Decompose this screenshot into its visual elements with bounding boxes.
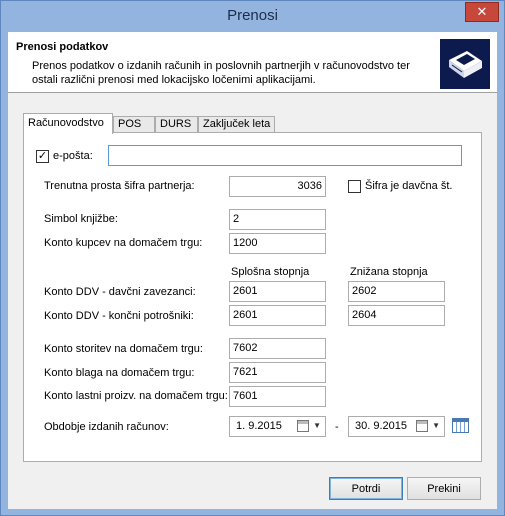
confirm-button[interactable]: Potrdi xyxy=(329,477,403,500)
reduced-rate-header: Znižana stopnja xyxy=(350,266,428,278)
period-label: Obdobje izdanih računov: xyxy=(44,421,169,433)
goods-account-label: Konto blaga na domačem trgu: xyxy=(44,367,195,379)
vat-taxpayers-label: Konto DDV - davčni zavezanci: xyxy=(44,286,196,298)
cancel-button[interactable]: Prekini xyxy=(407,477,481,500)
own-products-account-field[interactable]: 7601 xyxy=(229,386,326,407)
tab-racunovodstvo[interactable]: Računovodstvo xyxy=(23,113,113,134)
tab-panel-racunovodstvo: ✓ e-pošta: Trenutna prosta šifra partner… xyxy=(23,132,482,462)
email-field[interactable] xyxy=(108,145,462,166)
calendar-icon xyxy=(416,420,428,432)
header-description: Prenos podatkov o izdanih računih in pos… xyxy=(32,60,410,86)
services-account-label: Konto storitev na domačem trgu: xyxy=(44,343,203,355)
tax-number-checkbox-label: Šifra je davčna št. xyxy=(365,180,453,192)
partner-code-label: Trenutna prosta šifra partnerja: xyxy=(44,180,195,192)
dialog-client-area: Prenosi podatkov Prenos podatkov o izdan… xyxy=(8,32,497,509)
vat-taxpayers-general-field[interactable]: 2601 xyxy=(229,281,326,302)
date-range-calendar-icon[interactable] xyxy=(452,418,469,433)
title-bar: Prenosi ✕ xyxy=(1,1,504,32)
period-from-picker[interactable]: 1. 9.2015 ▼ xyxy=(229,416,326,437)
period-separator: - xyxy=(335,421,339,433)
general-rate-header: Splošna stopnja xyxy=(231,266,310,278)
customer-account-label: Konto kupcev na domačem trgu: xyxy=(44,237,203,249)
own-products-account-label: Konto lastni proizv. na domačem trgu: xyxy=(44,390,228,402)
tax-number-checkbox[interactable] xyxy=(348,180,361,193)
vat-taxpayers-reduced-field[interactable]: 2602 xyxy=(348,281,445,302)
email-checkbox-label: e-pošta: xyxy=(53,150,93,162)
book-symbol-field[interactable]: 2 xyxy=(229,209,326,230)
period-to-picker[interactable]: 30. 9.2015 ▼ xyxy=(348,416,445,437)
email-checkbox[interactable]: ✓ xyxy=(36,150,49,163)
printer-icon xyxy=(440,39,490,89)
vat-consumers-general-field[interactable]: 2601 xyxy=(229,305,326,326)
chevron-down-icon: ▼ xyxy=(432,421,440,430)
close-button[interactable]: ✕ xyxy=(465,2,499,22)
book-symbol-label: Simbol knjižbe: xyxy=(44,213,118,225)
chevron-down-icon: ▼ xyxy=(313,421,321,430)
partner-code-field[interactable]: 3036 xyxy=(229,176,326,197)
goods-account-field[interactable]: 7621 xyxy=(229,362,326,383)
header-title: Prenosi podatkov xyxy=(16,41,109,53)
period-to-value: 30. 9.2015 xyxy=(355,420,407,432)
period-from-value: 1. 9.2015 xyxy=(236,420,282,432)
close-icon: ✕ xyxy=(476,4,488,19)
vat-consumers-reduced-field[interactable]: 2604 xyxy=(348,305,445,326)
tab-pos[interactable]: POS xyxy=(113,116,155,133)
dialog-header: Prenosi podatkov Prenos podatkov o izdan… xyxy=(8,32,497,93)
tab-zakljucek-leta[interactable]: Zaključek leta xyxy=(198,116,275,133)
window-title: Prenosi xyxy=(227,7,278,24)
services-account-field[interactable]: 7602 xyxy=(229,338,326,359)
prenosi-window: Prenosi ✕ Prenosi podatkov Prenos podatk… xyxy=(0,0,505,516)
calendar-icon xyxy=(297,420,309,432)
tab-durs[interactable]: DURS xyxy=(155,116,198,133)
vat-consumers-label: Konto DDV - končni potrošniki: xyxy=(44,310,194,322)
customer-account-field[interactable]: 1200 xyxy=(229,233,326,254)
